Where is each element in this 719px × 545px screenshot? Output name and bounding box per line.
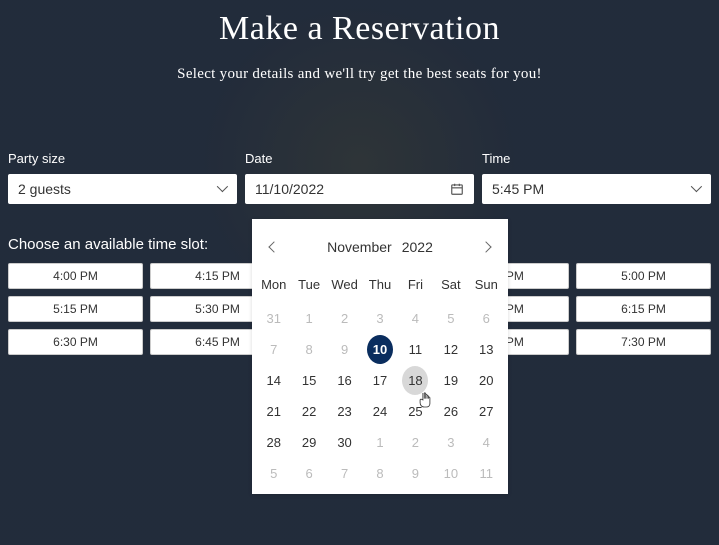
datepicker-dayname: Wed <box>327 273 362 302</box>
datepicker-day[interactable]: 12 <box>438 335 464 364</box>
datepicker-day[interactable]: 27 <box>473 397 499 426</box>
datepicker-day[interactable]: 21 <box>261 397 287 426</box>
datepicker-day[interactable]: 24 <box>367 397 393 426</box>
datepicker-header: November 2022 <box>256 227 504 273</box>
calendar-icon <box>450 182 464 196</box>
datepicker-day[interactable]: 3 <box>438 428 464 457</box>
datepicker-day[interactable]: 30 <box>332 428 358 457</box>
date-field: Date 11/10/2022 <box>245 151 474 204</box>
datepicker-day[interactable]: 1 <box>296 304 322 333</box>
datepicker-day[interactable]: 15 <box>296 366 322 395</box>
datepicker-day[interactable]: 6 <box>473 304 499 333</box>
datepicker-day[interactable]: 8 <box>296 335 322 364</box>
datepicker-day[interactable]: 2 <box>402 428 428 457</box>
datepicker-dayname: Fri <box>398 273 433 302</box>
time-label: Time <box>482 151 711 166</box>
datepicker-day[interactable]: 7 <box>261 335 287 364</box>
party-size-select[interactable]: 2 guests <box>8 174 237 204</box>
datepicker-day[interactable]: 10 <box>367 335 393 364</box>
datepicker-day[interactable]: 11 <box>473 459 499 488</box>
chevron-down-icon <box>691 184 701 194</box>
date-input[interactable]: 11/10/2022 <box>245 174 474 204</box>
date-value: 11/10/2022 <box>255 181 324 197</box>
datepicker-day[interactable]: 20 <box>473 366 499 395</box>
timeslot-button[interactable]: 7:30 PM <box>576 329 711 355</box>
datepicker-dayname: Thu <box>362 273 397 302</box>
timeslot-button[interactable]: 6:15 PM <box>576 296 711 322</box>
time-value: 5:45 PM <box>492 181 544 197</box>
datepicker-day[interactable]: 8 <box>367 459 393 488</box>
datepicker-day[interactable]: 11 <box>402 335 428 364</box>
timeslot-button[interactable]: 6:30 PM <box>8 329 143 355</box>
datepicker-day[interactable]: 29 <box>296 428 322 457</box>
page-title: Make a Reservation <box>0 0 719 48</box>
datepicker-day[interactable]: 19 <box>438 366 464 395</box>
party-size-label: Party size <box>8 151 237 166</box>
datepicker-grid: MonTueWedThuFriSatSun3112345678910111213… <box>256 273 504 488</box>
timeslot-button[interactable]: 4:00 PM <box>8 263 143 289</box>
datepicker-dayname: Mon <box>256 273 291 302</box>
datepicker-day[interactable]: 10 <box>438 459 464 488</box>
datepicker-day[interactable]: 13 <box>473 335 499 364</box>
page-subtitle: Select your details and we'll try get th… <box>0 66 719 83</box>
datepicker-year[interactable]: 2022 <box>402 239 433 255</box>
datepicker-day[interactable]: 1 <box>367 428 393 457</box>
reservation-form-row: Party size 2 guests Date 11/10/2022 Time… <box>0 151 719 204</box>
date-label: Date <box>245 151 474 166</box>
datepicker-day[interactable]: 23 <box>332 397 358 426</box>
datepicker-day[interactable]: 26 <box>438 397 464 426</box>
datepicker-day[interactable]: 5 <box>261 459 287 488</box>
time-select[interactable]: 5:45 PM <box>482 174 711 204</box>
datepicker-day[interactable]: 2 <box>332 304 358 333</box>
datepicker-day[interactable]: 16 <box>332 366 358 395</box>
datepicker-dayname: Sat <box>433 273 468 302</box>
datepicker-day[interactable]: 6 <box>296 459 322 488</box>
datepicker-day[interactable]: 7 <box>332 459 358 488</box>
time-field: Time 5:45 PM <box>482 151 711 204</box>
datepicker-day[interactable]: 9 <box>332 335 358 364</box>
timeslot-button[interactable]: 5:00 PM <box>576 263 711 289</box>
datepicker-dayname: Tue <box>291 273 326 302</box>
datepicker-dayname: Sun <box>469 273 504 302</box>
datepicker-day[interactable]: 5 <box>438 304 464 333</box>
pointer-cursor-icon <box>418 391 432 409</box>
prev-month-button[interactable] <box>268 241 279 252</box>
datepicker-day[interactable]: 9 <box>402 459 428 488</box>
datepicker-day[interactable]: 3 <box>367 304 393 333</box>
datepicker-day[interactable]: 4 <box>402 304 428 333</box>
datepicker-day[interactable]: 31 <box>261 304 287 333</box>
datepicker-day[interactable]: 4 <box>473 428 499 457</box>
party-size-value: 2 guests <box>18 181 71 197</box>
datepicker-month[interactable]: November <box>327 239 392 255</box>
datepicker-day[interactable]: 28 <box>261 428 287 457</box>
party-size-field: Party size 2 guests <box>8 151 237 204</box>
datepicker-popup: November 2022 MonTueWedThuFriSatSun31123… <box>252 219 508 494</box>
timeslot-button[interactable]: 5:15 PM <box>8 296 143 322</box>
datepicker-day[interactable]: 14 <box>261 366 287 395</box>
chevron-down-icon <box>217 184 227 194</box>
next-month-button[interactable] <box>480 241 491 252</box>
datepicker-day[interactable]: 17 <box>367 366 393 395</box>
datepicker-title: November 2022 <box>327 239 433 255</box>
datepicker-day[interactable]: 22 <box>296 397 322 426</box>
